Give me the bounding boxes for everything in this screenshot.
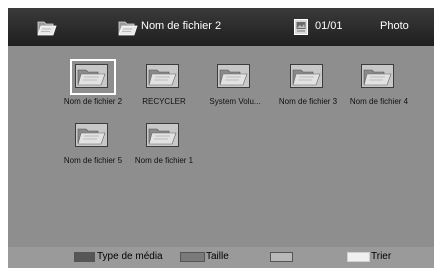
folder-open-icon — [118, 18, 138, 36]
folder-icon — [75, 123, 108, 147]
header-bar: Nom de fichier 2 01/01 Photo — [8, 8, 434, 46]
file-label: Nom de fichier 1 — [134, 156, 194, 165]
file-label: Nom de fichier 4 — [349, 97, 409, 106]
file-item[interactable]: Nom de fichier 1 — [128, 118, 200, 168]
page-indicator: 01/01 — [315, 20, 343, 32]
folder-icon — [146, 64, 179, 88]
thumbnail-frame — [356, 59, 402, 95]
thumbnail-frame — [212, 59, 258, 95]
folder-icon — [75, 64, 108, 88]
thumbnail-frame — [285, 59, 331, 95]
thumbnail-frame — [70, 118, 116, 154]
thumbnail-frame — [141, 118, 187, 154]
color-key-bar: Type de média Taille Trier — [8, 247, 434, 268]
current-folder-title: Nom de fichier 2 — [141, 20, 222, 32]
selection-frame — [70, 59, 116, 95]
red-key-button[interactable] — [74, 252, 95, 262]
media-type-label: Type de média — [97, 251, 163, 262]
folder-icon — [290, 64, 323, 88]
sort-label: Trier — [371, 251, 392, 262]
folder-icon — [217, 64, 250, 88]
file-item[interactable]: Nom de fichier 2 — [57, 59, 129, 109]
folder-icon — [146, 123, 179, 147]
yellow-key-button[interactable] — [270, 252, 293, 262]
photo-file-icon — [294, 19, 308, 35]
media-browser-screen: Nom de fichier 2 01/01 Photo Nom de fich… — [8, 8, 434, 268]
green-key-button[interactable] — [180, 252, 205, 262]
file-item[interactable]: Nom de fichier 5 — [57, 118, 129, 168]
folder-open-icon[interactable] — [37, 18, 57, 36]
thumbnail-frame — [141, 59, 187, 95]
size-label: Taille — [206, 251, 229, 262]
folder-icon — [361, 64, 394, 88]
file-item[interactable]: Nom de fichier 3 — [272, 59, 344, 109]
file-item[interactable]: RECYCLER — [128, 59, 200, 109]
file-grid: Nom de fichier 2 RECYCLER System Volu...… — [8, 46, 434, 246]
media-mode-label: Photo — [380, 20, 409, 32]
blue-key-button[interactable] — [347, 252, 370, 262]
file-item[interactable]: System Volu... — [199, 59, 271, 109]
file-item[interactable]: Nom de fichier 4 — [343, 59, 415, 109]
